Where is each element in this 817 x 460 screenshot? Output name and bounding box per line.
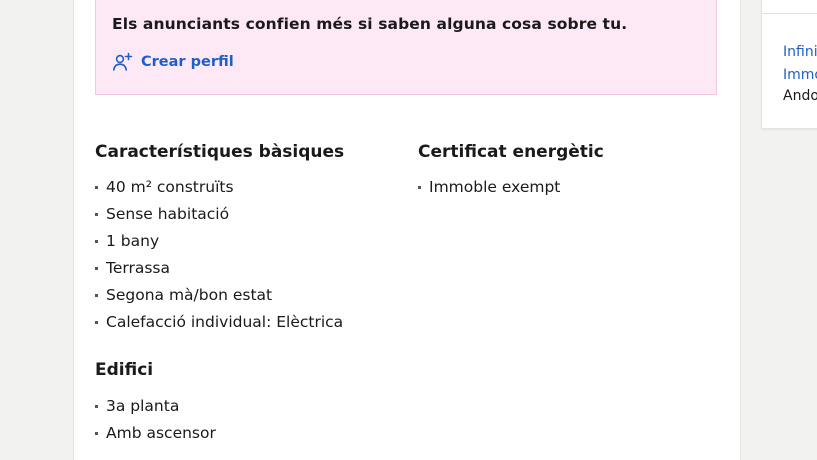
list-item: Immoble exempt bbox=[418, 177, 604, 204]
basic-features-list: 40 m² construïts Sense habitació 1 bany … bbox=[95, 177, 344, 339]
list-item: Terrassa bbox=[95, 258, 344, 285]
list-item: Amb ascensor bbox=[95, 423, 216, 450]
energy-certificate-list: Immoble exempt bbox=[418, 177, 604, 204]
list-item: Sense habitació bbox=[95, 204, 344, 231]
list-item: 3a planta bbox=[95, 396, 216, 423]
energy-certificate-section: Certificat energètic Immoble exempt bbox=[418, 142, 604, 204]
agency-location: Ando bbox=[783, 88, 817, 104]
list-item: Segona mà/bon estat bbox=[95, 285, 344, 312]
property-details-card: Els anunciants confien més si saben algu… bbox=[73, 0, 741, 460]
add-user-icon bbox=[113, 52, 133, 71]
banner-message: Els anunciants confien més si saben algu… bbox=[112, 15, 628, 33]
agency-name-link[interactable]: Infini bbox=[783, 44, 817, 60]
create-profile-banner: Els anunciants confien més si saben algu… bbox=[95, 0, 717, 95]
building-title: Edifici bbox=[95, 360, 154, 380]
list-item: Calefacció individual: Elèctrica bbox=[95, 312, 344, 339]
basic-features-section: Característiques bàsiques 40 m² construï… bbox=[95, 142, 344, 339]
create-profile-label: Crear perfil bbox=[141, 54, 234, 70]
energy-certificate-title: Certificat energètic bbox=[418, 142, 604, 162]
building-section: Edifici 3a planta Amb ascensor bbox=[95, 360, 216, 450]
divider bbox=[762, 13, 817, 14]
list-item: 1 bany bbox=[95, 231, 344, 258]
basic-features-title: Característiques bàsiques bbox=[95, 142, 345, 162]
list-item: 40 m² construïts bbox=[95, 177, 344, 204]
building-list: 3a planta Amb ascensor bbox=[95, 396, 216, 450]
agency-name-link-continued[interactable]: Immo bbox=[783, 67, 817, 83]
create-profile-link[interactable]: Crear perfil bbox=[112, 52, 234, 72]
advertiser-sidebar-card: Infini Immo Ando bbox=[761, 0, 817, 129]
